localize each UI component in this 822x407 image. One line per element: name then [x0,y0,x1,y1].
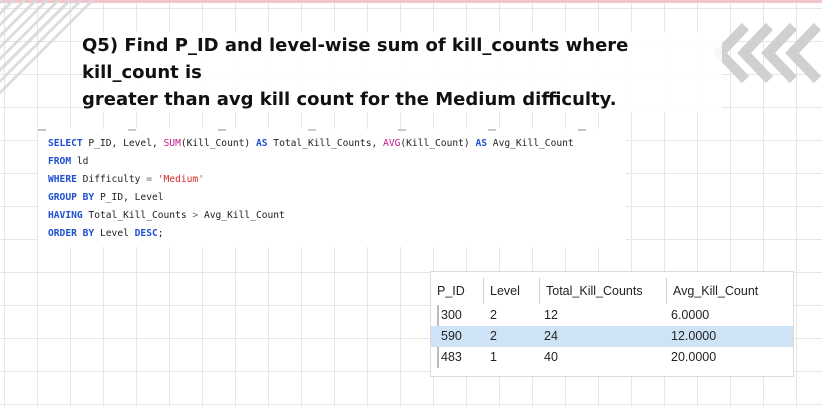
semicolon: ; [157,228,164,239]
cell-total-kill-counts: 12 [544,308,558,322]
kw-as-2: AS [475,138,488,149]
sql-line-group-by: GROUP BY P_ID, Level [48,189,164,207]
cell-p-id: 300 [441,308,462,322]
sql-line-order-by: ORDER BY Level DESC; [48,225,164,243]
kw-select: SELECT [48,138,83,149]
question-line-2: greater than avg kill count for the Medi… [82,89,617,110]
table-name: ld [71,156,89,167]
column-header-p-id[interactable]: P_ID [431,278,484,304]
where-cond: Difficulty [76,174,147,185]
fn-avg: AVG [383,138,401,149]
column-header-level[interactable]: Level [484,278,540,304]
having-cond-2: Avg_Kill_Count [198,210,285,221]
editor-top-edge [38,129,626,131]
cell-level: 2 [490,329,497,343]
cell-level: 2 [490,308,497,322]
question-line-1: Q5) Find P_ID and level-wise sum of kill… [82,35,629,83]
sql-line-from: FROM ld [48,153,88,171]
group-cols: P_ID, Level [94,192,164,203]
cell-total-kill-counts: 40 [544,350,558,364]
question-text: Q5) Find P_ID and level-wise sum of kill… [82,32,722,113]
table-row-selected[interactable]: 590 2 24 12.0000 [431,326,793,347]
sql-line-having: HAVING Total_Kill_Counts > Avg_Kill_Coun… [48,207,285,225]
kw-where: WHERE [48,174,77,185]
kw-group-by: GROUP BY [48,192,95,203]
alias-1: Total_Kill_Counts, [267,138,384,149]
sql-editor[interactable]: SELECT P_ID, Level, SUM(Kill_Count) AS T… [38,129,626,247]
column-header-avg-kill-count[interactable]: Avg_Kill_Count [667,278,791,304]
kw-from: FROM [48,156,72,167]
kw-desc: DESC [134,228,158,239]
select-cols: P_ID, Level, [82,138,164,149]
sum-arg: (Kill_Count) [180,138,256,149]
avg-arg: (Kill_Count) [400,138,476,149]
kw-order-by: ORDER BY [48,228,95,239]
where-value: 'Medium' [151,174,204,185]
fn-sum: SUM [163,138,181,149]
cell-total-kill-counts: 24 [544,329,558,343]
sql-line-select: SELECT P_ID, Level, SUM(Kill_Count) AS T… [48,135,574,153]
kw-as-1: AS [255,138,268,149]
sql-line-where: WHERE Difficulty = 'Medium' [48,171,204,189]
table-row[interactable]: 483 1 40 20.0000 [431,347,793,368]
results-header: P_ID Level Total_Kill_Counts Avg_Kill_Co… [431,278,793,304]
alias-2: Avg_Kill_Count [487,138,574,149]
having-cond: Total_Kill_Counts [82,210,193,221]
kw-having: HAVING [48,210,83,221]
cell-avg-kill-count: 20.0000 [671,350,717,364]
cell-p-id: 483 [441,350,462,364]
cell-p-id: 590 [441,329,462,343]
cell-level: 1 [490,350,497,364]
order-col: Level [94,228,135,239]
top-accent-line [0,0,822,3]
chevrons-left-icon [713,22,822,84]
table-row[interactable]: 300 2 12 6.0000 [431,305,793,326]
cell-avg-kill-count: 12.0000 [671,329,717,343]
column-header-total-kill-counts[interactable]: Total_Kill_Counts [540,278,667,304]
results-grid[interactable]: P_ID Level Total_Kill_Counts Avg_Kill_Co… [430,271,794,377]
cell-avg-kill-count: 6.0000 [671,308,710,322]
